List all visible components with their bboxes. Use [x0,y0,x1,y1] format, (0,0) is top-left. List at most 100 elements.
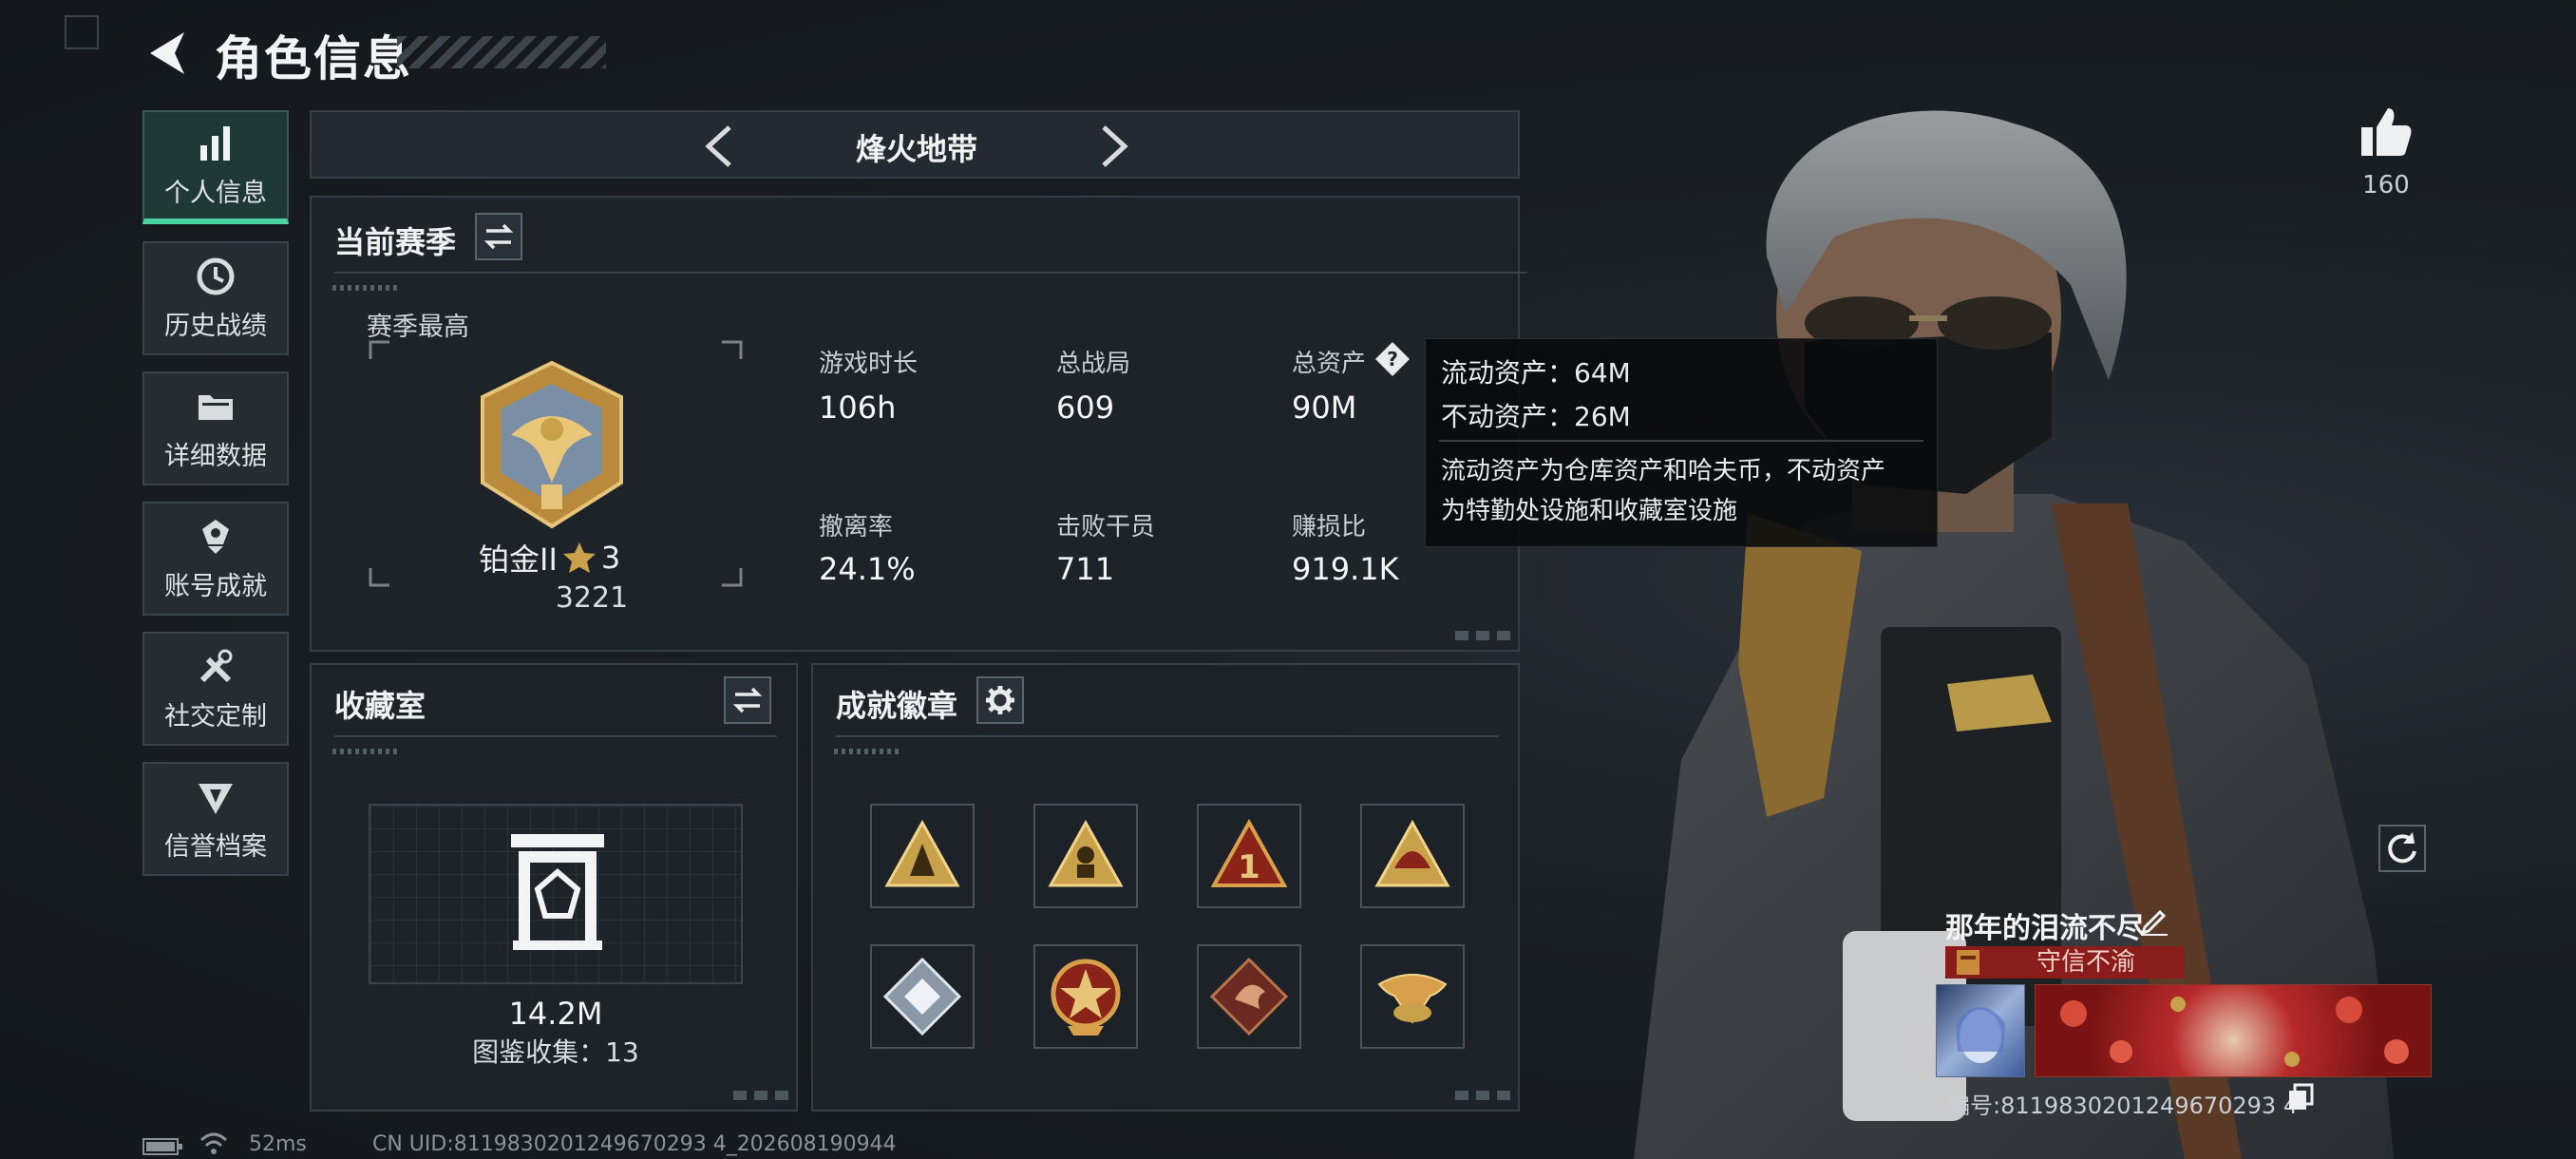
dot-decoration [332,285,399,291]
chevron-right-icon[interactable] [1096,124,1134,169]
refresh-icon [2388,832,2416,864]
collection-switch-button[interactable] [724,676,771,724]
soldier-badge-icon [1048,819,1124,887]
tooltip-liquid-assets: 流动资产：64M [1441,357,1631,389]
corner-marks [733,1091,790,1100]
stat-label: 游戏时长 [819,350,919,378]
stat-value: 711 [1056,551,1115,587]
tooltip-desc-line2: 为特勤处设施和收藏室设施 [1441,497,1738,525]
badge-silver[interactable] [870,944,975,1049]
survivor-badge-icon [884,819,960,887]
stat-label: 总资产 [1292,350,1367,378]
sidebar-item-personal-info[interactable]: 个人信息 [142,110,289,224]
stat-value: 90M [1292,390,1357,426]
sidebar-item-label: 详细数据 [164,441,267,471]
divider [1439,440,1923,442]
rank-stars: 3 [600,540,621,576]
svg-text:?: ? [1387,348,1398,370]
stat-label: 击败干员 [1056,513,1156,542]
battery-icon [142,1138,182,1155]
refresh-button[interactable] [2378,825,2426,872]
vault-icon [511,834,604,950]
wifi-icon [199,1132,228,1154]
stat-label: 撤离率 [819,513,894,542]
sidebar-item-label: 个人信息 [164,178,267,208]
mode-selector: 烽火地带 [310,110,1520,179]
stat-value: 106h [819,390,897,426]
star-icon [562,542,596,573]
title-emblem-icon [1957,950,1979,975]
badge-soldier[interactable] [1033,804,1138,908]
page-title: 角色信息 [215,31,412,86]
stat-label: 总战局 [1056,350,1131,378]
edit-icon[interactable] [2139,906,2169,937]
avatar[interactable] [1936,984,2025,1077]
sidebar-item-label: 账号成就 [164,571,267,601]
number-one-badge-icon: 1 [1210,818,1288,887]
likes-count: 160 [2362,171,2410,200]
rank-name-row: 铂金II 3 [479,536,620,580]
divider [334,272,1527,274]
stat-value: 24.1% [819,551,916,587]
badge-dragon[interactable] [1197,944,1301,1049]
sidebar-item-achievements[interactable]: 账号成就 [142,502,289,616]
season-panel: 当前赛季 赛季最高 铂金II 3 3221 游戏时长 106h 总战局 609 … [310,196,1527,652]
badge-helmet[interactable] [1360,804,1465,908]
sidebar-item-history[interactable]: 历史战绩 [142,241,289,355]
silver-badge-icon [882,957,962,1036]
collection-count: 图鉴收集：13 [472,1036,639,1068]
player-id: 编号:8119830201249670293 4 [1947,1092,2299,1119]
swap-icon [483,223,514,250]
copy-icon[interactable] [2287,1083,2314,1112]
title-stripes [397,36,606,68]
sidebar-item-social-custom[interactable]: 社交定制 [142,632,289,746]
stat-value: 919.1K [1292,551,1399,587]
rank-name: 铂金II [479,542,558,578]
ping-text: 52ms [249,1132,307,1156]
title-badge-text: 守信不渝 [2036,948,2135,977]
badges-settings-button[interactable] [976,676,1024,724]
folder-icon [199,394,233,420]
badge-star-medal[interactable] [1033,944,1138,1049]
title-badge: 守信不渝 [1945,946,2185,978]
corner-marks [1455,1091,1512,1100]
season-switch-button[interactable] [475,213,522,260]
clock-icon [197,257,235,294]
rank-score: 3221 [555,581,629,615]
sidebar-item-label: 信誉档案 [164,831,267,862]
sidebar-item-credit-record[interactable]: 信誉档案 [142,762,289,876]
help-icon[interactable]: ? [1373,340,1411,378]
stat-label: 赚损比 [1292,513,1367,542]
back-arrow-icon[interactable] [142,27,190,80]
swap-icon [732,687,763,713]
badge-survivor[interactable] [870,804,975,908]
rank-emblem-icon [481,360,623,529]
stat-value: 609 [1056,390,1115,426]
badge-number-one[interactable]: 1 [1197,804,1301,908]
badge-eagle[interactable] [1360,944,1465,1049]
collection-value: 14.2M [508,996,603,1032]
collection-title: 收藏室 [334,688,426,724]
collection-preview[interactable] [369,804,743,984]
divider [334,735,777,737]
thumbs-up-icon[interactable] [2359,106,2413,158]
dot-decoration [332,749,399,754]
helmet-badge-icon [1374,819,1450,887]
eagle-badge-icon [1377,974,1448,1024]
badges-panel: 成就徽章 1 [811,663,1520,1112]
corner-frame [65,15,99,49]
assets-tooltip: 流动资产：64M 不动资产：26M 流动资产为仓库资产和哈夫币，不动资产 为特勤… [1425,338,1938,547]
season-best-label: 赛季最高 [367,313,469,342]
badges-title: 成就徽章 [836,688,958,724]
medal-icon [202,519,229,554]
gear-icon [986,686,1014,714]
bar-chart-icon [200,125,230,161]
sidebar-item-label: 历史战绩 [164,311,267,341]
tools-icon [199,649,233,682]
dot-decoration [834,749,900,754]
mode-title: 烽火地带 [855,131,977,167]
svg-text:1: 1 [1238,848,1260,886]
collection-panel: 收藏室 14.2M 图鉴收集：13 [310,663,798,1112]
divider [836,735,1499,737]
sidebar-item-detailed-data[interactable]: 详细数据 [142,371,289,485]
